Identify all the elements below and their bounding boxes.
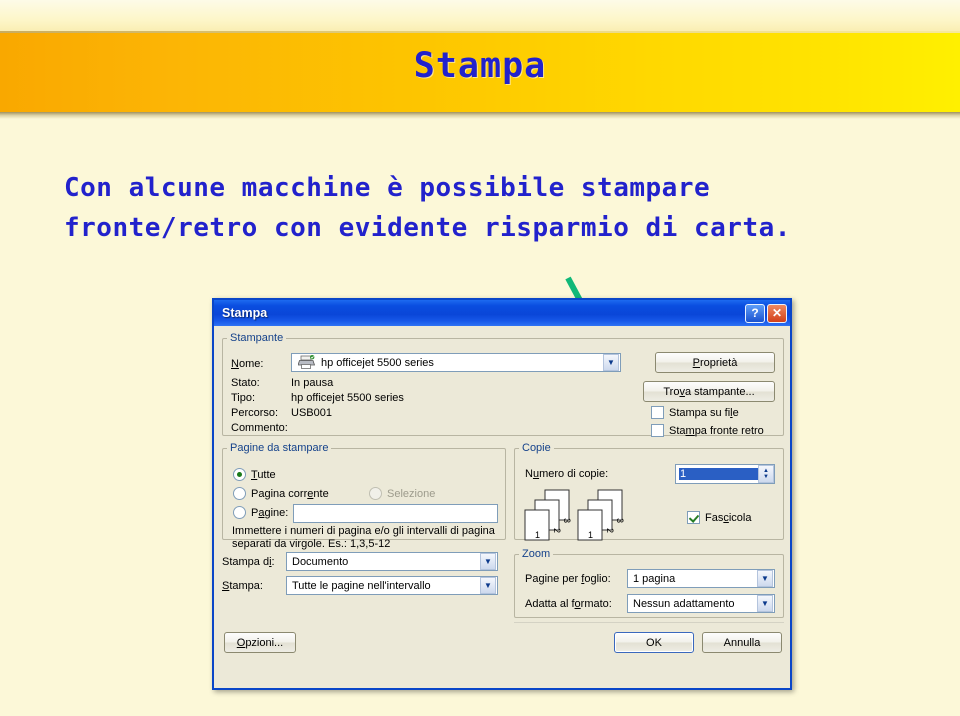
collate-illustration-icon: 3 2 1 3 2 1 [524,489,625,541]
printer-name-label: Nome: [231,358,264,370]
slide-body-text: Con alcune macchine è possibile stampare… [64,168,934,248]
radio-all-pages-label: Tutte [251,468,276,481]
print-what-value: Documento [292,555,349,568]
radio-selection: Selezione [369,487,435,500]
chevron-down-icon[interactable]: ▼ [480,553,496,570]
copies-group-label: Copie [522,442,551,454]
copies-number-value[interactable]: 1 [679,468,758,480]
chevron-down-icon[interactable]: ▼ [757,570,773,587]
pages-input[interactable] [293,504,498,523]
printer-icon [298,355,316,369]
printer-group: Stampante Nome: hp officejet 5500 series… [222,332,784,437]
print-range-label: Stampa: [222,580,263,592]
footer-divider [514,622,784,623]
print-range-combo[interactable]: Tutte le pagine nell'intervallo ▼ [286,576,498,595]
radio-selection-box [369,487,382,500]
page-range-group: Pagine da stampare Tutte Pagina corrente… [222,442,506,550]
chevron-down-icon[interactable]: ▼ [480,577,496,594]
pages-per-sheet-label: Pagine per foglio: [525,573,611,585]
slide-body-line-2: fronte/retro con evidente risparmio di c… [64,213,791,243]
zoom-group: Zoom Pagine per foglio: 1 pagina ▼ Adatt… [514,548,784,618]
radio-pages-box[interactable] [233,506,246,519]
radio-current-page-box[interactable] [233,487,246,500]
page-range-group-label: Pagine da stampare [230,442,329,454]
print-to-file-checkbox[interactable]: Stampa su file [651,406,739,419]
printer-comment-label: Commento: [231,422,288,434]
cancel-button[interactable]: Annulla [702,632,782,653]
printer-status-label: Stato: [231,377,260,389]
collate-checkbox[interactable]: Fascicola [687,511,751,524]
duplex-box[interactable] [651,424,664,437]
options-button[interactable]: Opzioni... [224,632,296,653]
printer-type-label: Tipo: [231,392,256,404]
slide-banner: Stampa [0,0,960,120]
print-what-label: Stampa di: [222,556,275,568]
print-to-file-label: Stampa su file [669,406,739,419]
scale-to-paper-value: Nessun adattamento [633,597,735,610]
print-dialog: Stampa ? ✕ Stampante Nome: hp officejet … [212,298,792,690]
copies-number-label: Numero di copie: [525,468,609,480]
printer-name-combo[interactable]: hp officejet 5500 series ▼ [291,353,621,372]
banner-shadow [0,112,960,119]
svg-text:3: 3 [562,518,572,523]
printer-group-label: Stampante [230,332,284,344]
svg-text:1: 1 [535,530,540,540]
print-what-combo[interactable]: Documento ▼ [286,552,498,571]
radio-current-page-label: Pagina corrente [251,487,329,500]
chevron-down-icon[interactable]: ▼ [603,354,619,371]
dialog-body: Stampante Nome: hp officejet 5500 series… [214,326,790,688]
duplex-label: Stampa fronte retro [669,424,764,437]
slide-body-line-1: Con alcune macchine è possibile stampare [64,173,711,203]
printer-where-value: USB001 [291,407,332,419]
copies-group: Copie Numero di copie: 1 ▲ ▼ 3 2 1 3 2 1… [514,442,784,541]
svg-text:3: 3 [615,518,625,523]
printer-name-value: hp officejet 5500 series [321,356,434,369]
radio-current-page[interactable]: Pagina corrente [233,487,329,500]
spinner-arrows-icon[interactable]: ▲ ▼ [758,465,774,483]
dialog-titlebar: Stampa ? ✕ [214,300,790,326]
properties-button[interactable]: Proprietà [655,352,775,373]
help-button[interactable]: ? [745,303,765,323]
radio-all-pages-box[interactable] [233,468,246,481]
scale-to-paper-combo[interactable]: Nessun adattamento ▼ [627,594,775,613]
scale-to-paper-label: Adatta al formato: [525,598,612,610]
svg-text:2: 2 [605,528,615,533]
svg-text:2: 2 [552,528,562,533]
printer-type-value: hp officejet 5500 series [291,392,404,404]
copies-number-stepper[interactable]: 1 ▲ ▼ [675,464,775,484]
duplex-checkbox[interactable]: Stampa fronte retro [651,424,764,437]
radio-pages-label: Pagine: [251,506,289,519]
pages-per-sheet-value: 1 pagina [633,572,676,585]
radio-all-pages[interactable]: Tutte [233,468,276,481]
print-to-file-box[interactable] [651,406,664,419]
zoom-group-label: Zoom [522,548,551,560]
banner-glow [0,0,960,34]
chevron-down-icon[interactable]: ▼ [757,595,773,612]
printer-where-label: Percorso: [231,407,279,419]
pages-per-sheet-combo[interactable]: 1 pagina ▼ [627,569,775,588]
page-range-hint: Immettere i numeri di pagina e/o gli int… [232,525,495,550]
printer-status-value: In pausa [291,377,334,389]
radio-selection-label: Selezione [387,487,436,500]
svg-text:1: 1 [588,530,593,540]
find-printer-button[interactable]: Trova stampante... [643,381,775,402]
close-button[interactable]: ✕ [767,303,787,323]
collate-box[interactable] [687,511,700,524]
radio-pages[interactable]: Pagine: [233,506,288,519]
print-range-value: Tutte le pagine nell'intervallo [292,579,431,592]
ok-button[interactable]: OK [614,632,694,653]
dialog-title: Stampa [222,306,268,320]
page-title: Stampa [413,46,547,86]
collate-label: Fascicola [705,511,752,524]
